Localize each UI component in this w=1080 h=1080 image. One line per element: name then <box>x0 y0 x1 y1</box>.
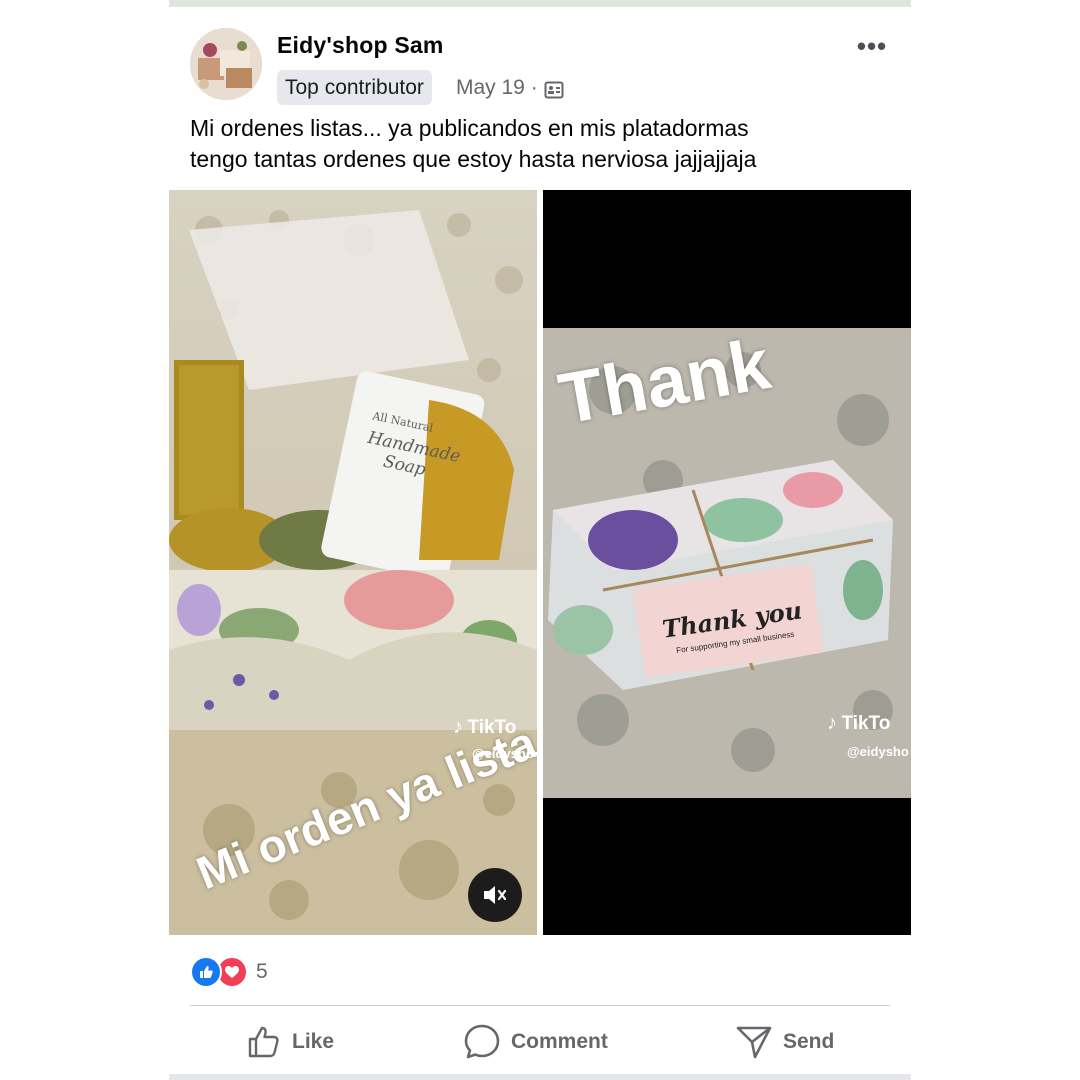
post-caption: Mi ordenes listas... ya publicandos en m… <box>190 113 890 175</box>
send-label: Send <box>783 1030 835 1053</box>
speaker-muted-icon[interactable] <box>468 868 522 922</box>
tiktok-name: TikTo <box>841 713 891 734</box>
reactions-summary[interactable]: 5 <box>190 956 268 988</box>
post-video-left[interactable]: All Natural Handmade Soap Mi orden ya li… <box>169 190 537 935</box>
author-avatar[interactable] <box>190 28 262 100</box>
top-contributor-badge: Top contributor <box>277 70 432 105</box>
thumbs-up-icon <box>248 1026 279 1058</box>
tiktok-logo-icon: ♪ <box>453 716 463 738</box>
like-reaction-icon <box>190 956 222 988</box>
comment-button[interactable]: Comment <box>463 1020 608 1064</box>
caption-line: Mi ordenes listas... ya publicandos en m… <box>190 115 749 141</box>
group-audience-icon <box>544 78 564 98</box>
tiktok-handle: @eidysho <box>847 744 909 759</box>
reaction-count: 5 <box>256 960 268 983</box>
post-date[interactable]: May 19 · <box>456 72 538 103</box>
send-arrow-icon <box>736 1026 772 1059</box>
like-button[interactable]: Like <box>246 1020 334 1064</box>
gift-box-photo <box>543 190 911 935</box>
author-name[interactable]: Eidy'shop Sam <box>277 32 444 59</box>
top-divider-bar <box>169 0 911 7</box>
caption-line: tengo tantas ordenes que estoy hasta ner… <box>190 146 757 172</box>
comment-label: Comment <box>511 1030 608 1053</box>
tiktok-handle: @eidysho <box>472 746 534 761</box>
actions-divider <box>190 1005 890 1006</box>
bottom-divider-bar <box>169 1074 911 1080</box>
tiktok-logo-icon: ♪ <box>827 712 837 734</box>
tiktok-watermark: ♪ TikTo <box>453 716 516 739</box>
tiktok-watermark: ♪ TikTo <box>827 712 890 735</box>
post-video-right[interactable]: Thank you For supporting my small busine… <box>543 190 911 935</box>
tiktok-name: TikTo <box>467 717 517 738</box>
more-options-icon[interactable]: ••• <box>852 33 892 59</box>
post-meta: May 19 · <box>456 72 564 103</box>
send-button[interactable]: Send <box>735 1020 834 1064</box>
comment-bubble-icon <box>464 1024 500 1059</box>
like-label: Like <box>292 1030 335 1053</box>
